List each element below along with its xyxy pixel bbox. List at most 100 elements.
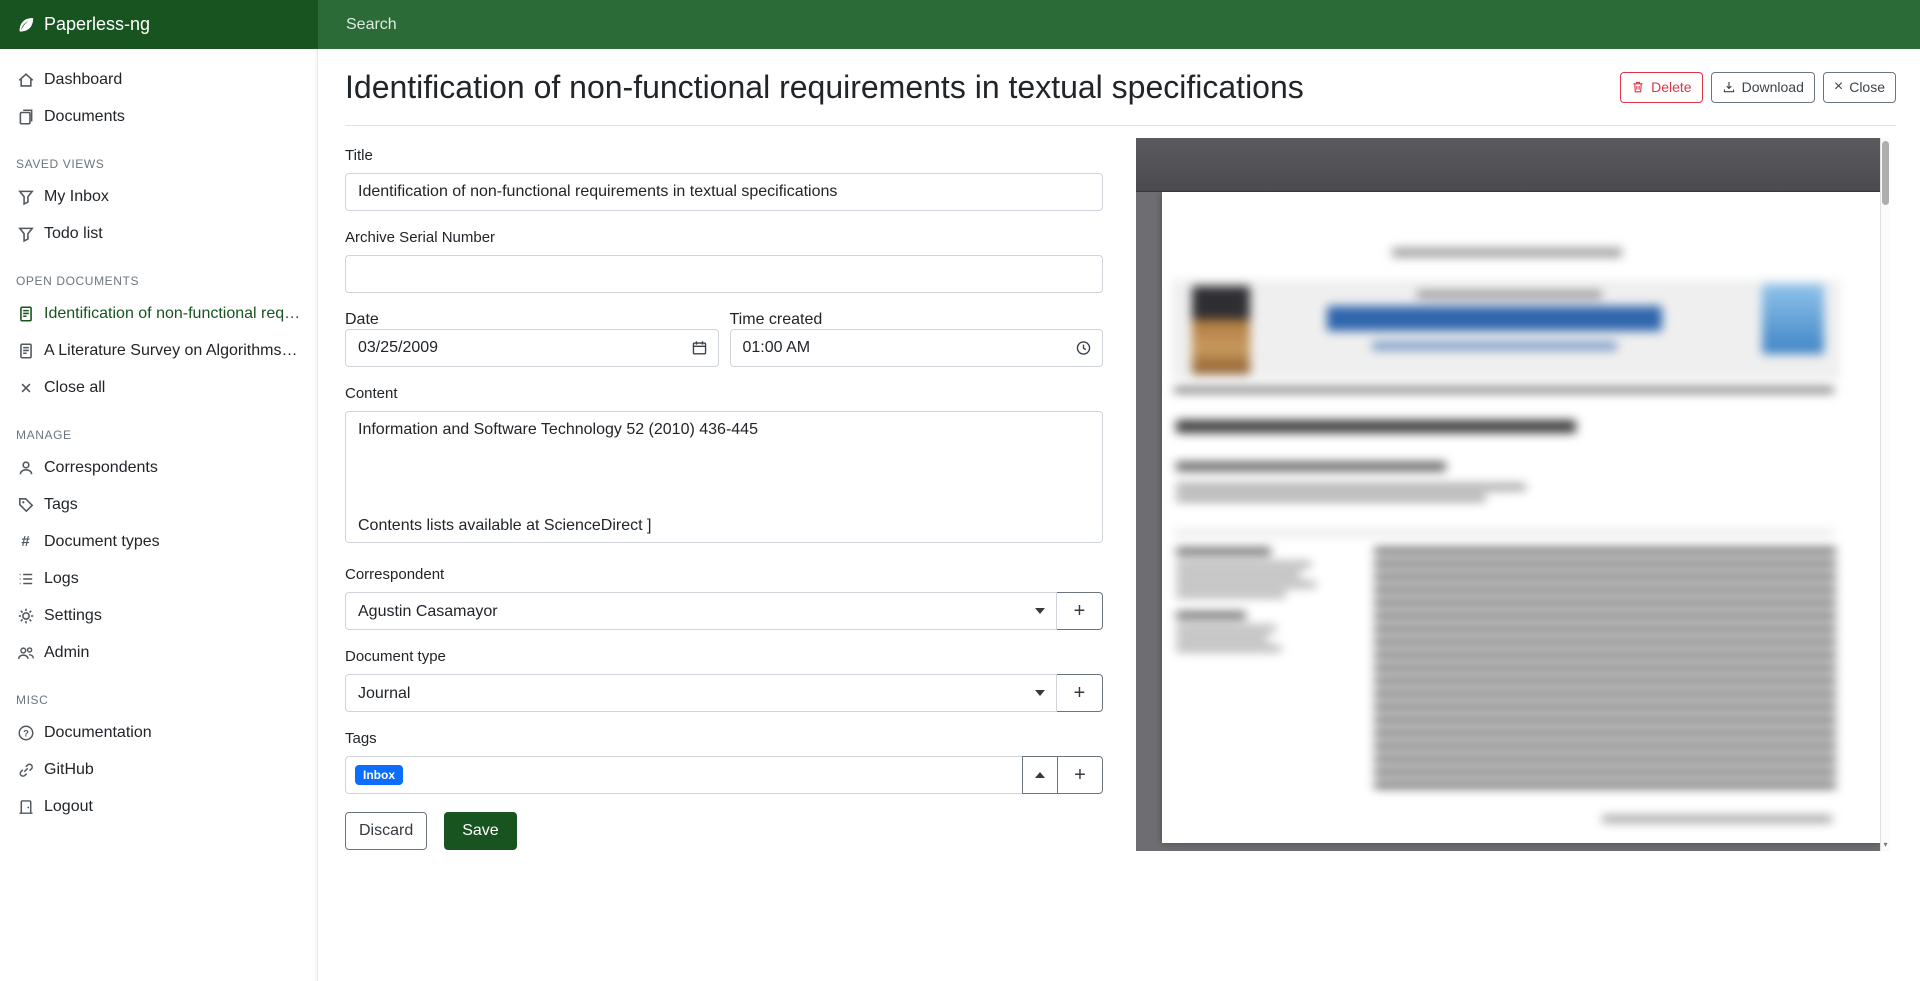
sidebar-item-label: Todo list: [44, 223, 103, 244]
person-icon: [16, 458, 35, 477]
caret-up-icon: [1035, 772, 1045, 778]
abstract-text-block: [1374, 548, 1836, 788]
sidebar-section-misc: MISC: [16, 693, 301, 708]
scroll-down-icon[interactable]: ▾: [1881, 840, 1890, 850]
app-brand[interactable]: Paperless-ng: [0, 0, 318, 49]
content-textarea[interactable]: Information and Software Technology 52 (…: [345, 411, 1103, 543]
tag-badge-inbox[interactable]: Inbox: [355, 765, 403, 785]
question-circle-icon: ?: [16, 723, 35, 742]
sidebar-open-document-2[interactable]: A Literature Survey on Algorithms for Mu…: [0, 332, 317, 369]
pdf-toolbar[interactable]: [1136, 138, 1880, 192]
time-label: Time created: [730, 311, 823, 328]
x-icon: [16, 378, 35, 397]
content-field: Content Information and Software Technol…: [345, 385, 1103, 548]
sidebar-item-label: Document types: [44, 531, 160, 552]
pdf-viewport: [1136, 192, 1880, 851]
house-icon: [16, 70, 35, 89]
sidebar: Dashboard Documents SAVED VIEWS My Inbox…: [0, 49, 318, 981]
sidebar-item-todo-list[interactable]: Todo list: [0, 215, 317, 252]
close-button[interactable]: × Close: [1823, 72, 1896, 103]
sidebar-item-label: GitHub: [44, 759, 94, 780]
asn-label: Archive Serial Number: [345, 229, 1103, 247]
sidebar-item-admin[interactable]: Admin: [0, 634, 317, 671]
page-title: Identification of non-functional require…: [345, 69, 1320, 106]
date-field: Date: [345, 311, 719, 367]
document-type-select[interactable]: Journal: [345, 674, 1057, 712]
people-icon: [16, 643, 35, 662]
sidebar-item-label: Tags: [44, 494, 78, 515]
discard-button[interactable]: Discard: [345, 812, 427, 850]
sidebar-item-tags[interactable]: Tags: [0, 486, 317, 523]
sidebar-section-open-documents: OPEN DOCUMENTS: [16, 274, 301, 289]
delete-button[interactable]: Delete: [1620, 72, 1702, 103]
sidebar-item-github[interactable]: GitHub: [0, 751, 317, 788]
time-input[interactable]: [730, 329, 1104, 367]
sidebar-item-label: My Inbox: [44, 186, 109, 207]
sidebar-item-my-inbox[interactable]: My Inbox: [0, 178, 317, 215]
pdf-viewer: [1136, 138, 1880, 851]
tags-input[interactable]: Inbox: [345, 756, 1023, 794]
date-label: Date: [345, 311, 379, 328]
title-input[interactable]: [345, 173, 1103, 211]
sidebar-item-label: Documents: [44, 106, 125, 127]
funnel-icon: [16, 187, 35, 206]
blurred-document-content: [1162, 192, 1880, 843]
sidebar-item-close-all[interactable]: Close all: [0, 369, 317, 406]
form-actions: Discard Save: [345, 812, 1103, 850]
save-button[interactable]: Save: [444, 812, 516, 850]
pdf-scrollbar[interactable]: ▾: [1880, 138, 1890, 851]
leaf-logo-icon: [17, 16, 35, 34]
sidebar-item-correspondents[interactable]: Correspondents: [0, 449, 317, 486]
document-header: Identification of non-functional require…: [345, 49, 1896, 126]
journal-masthead-title: [1327, 306, 1662, 331]
link-icon: [16, 760, 35, 779]
file-text-icon: [16, 304, 35, 323]
sidebar-item-label: Correspondents: [44, 457, 158, 478]
sidebar-item-label: Documentation: [44, 722, 152, 743]
sidebar-section-saved-views: SAVED VIEWS: [16, 157, 301, 172]
sidebar-open-document-1[interactable]: Identification of non-functional require…: [0, 295, 317, 332]
list-icon: [16, 569, 35, 588]
correspondent-label: Correspondent: [345, 566, 1103, 584]
download-button[interactable]: Download: [1711, 72, 1815, 103]
sidebar-item-document-types[interactable]: # Document types: [0, 523, 317, 560]
sidebar-item-label: Admin: [44, 642, 89, 663]
funnel-icon: [16, 224, 35, 243]
tags-dropdown-button[interactable]: [1022, 756, 1058, 794]
content-label: Content: [345, 385, 1103, 403]
gear-icon: [16, 606, 35, 625]
scrollbar-thumb[interactable]: [1882, 141, 1889, 205]
sidebar-item-logout[interactable]: Logout: [0, 788, 317, 825]
file-text-icon: [16, 341, 35, 360]
sidebar-item-settings[interactable]: Settings: [0, 597, 317, 634]
top-navbar: Paperless-ng: [0, 0, 1920, 49]
sidebar-item-documentation[interactable]: ? Documentation: [0, 714, 317, 751]
sidebar-item-label: Dashboard: [44, 69, 122, 90]
correspondent-field: Correspondent Agustin Casamayor +: [345, 566, 1103, 630]
sidebar-item-label: Logs: [44, 568, 79, 589]
sidebar-item-documents[interactable]: Documents: [0, 98, 317, 135]
tags-add-button[interactable]: +: [1057, 756, 1103, 794]
plus-icon: +: [1074, 600, 1086, 623]
pdf-preview[interactable]: ▾: [1136, 138, 1890, 851]
main-content: Identification of non-functional require…: [318, 49, 1920, 981]
document-type-field: Document type Journal +: [345, 648, 1103, 712]
document-edit-form: Title Archive Serial Number Date Time cr…: [345, 147, 1103, 850]
date-input[interactable]: [345, 329, 719, 367]
correspondent-add-button[interactable]: +: [1057, 592, 1103, 630]
svg-text:?: ?: [23, 728, 29, 739]
asn-input[interactable]: [345, 255, 1103, 293]
close-icon: ×: [1834, 79, 1843, 95]
title-label: Title: [345, 147, 1103, 165]
sidebar-item-label: Identification of non-functional require…: [44, 303, 301, 324]
sidebar-item-label: Logout: [44, 796, 93, 817]
correspondent-select[interactable]: Agustin Casamayor: [345, 592, 1057, 630]
date-time-row: Date Time created: [345, 311, 1103, 367]
document-type-add-button[interactable]: +: [1057, 674, 1103, 712]
sidebar-section-manage: MANAGE: [16, 428, 301, 443]
files-icon: [16, 107, 35, 126]
sidebar-item-dashboard[interactable]: Dashboard: [0, 61, 317, 98]
search-input[interactable]: [318, 0, 1920, 49]
sidebar-item-logs[interactable]: Logs: [0, 560, 317, 597]
journal-cover-thumbnail: [1192, 286, 1250, 374]
